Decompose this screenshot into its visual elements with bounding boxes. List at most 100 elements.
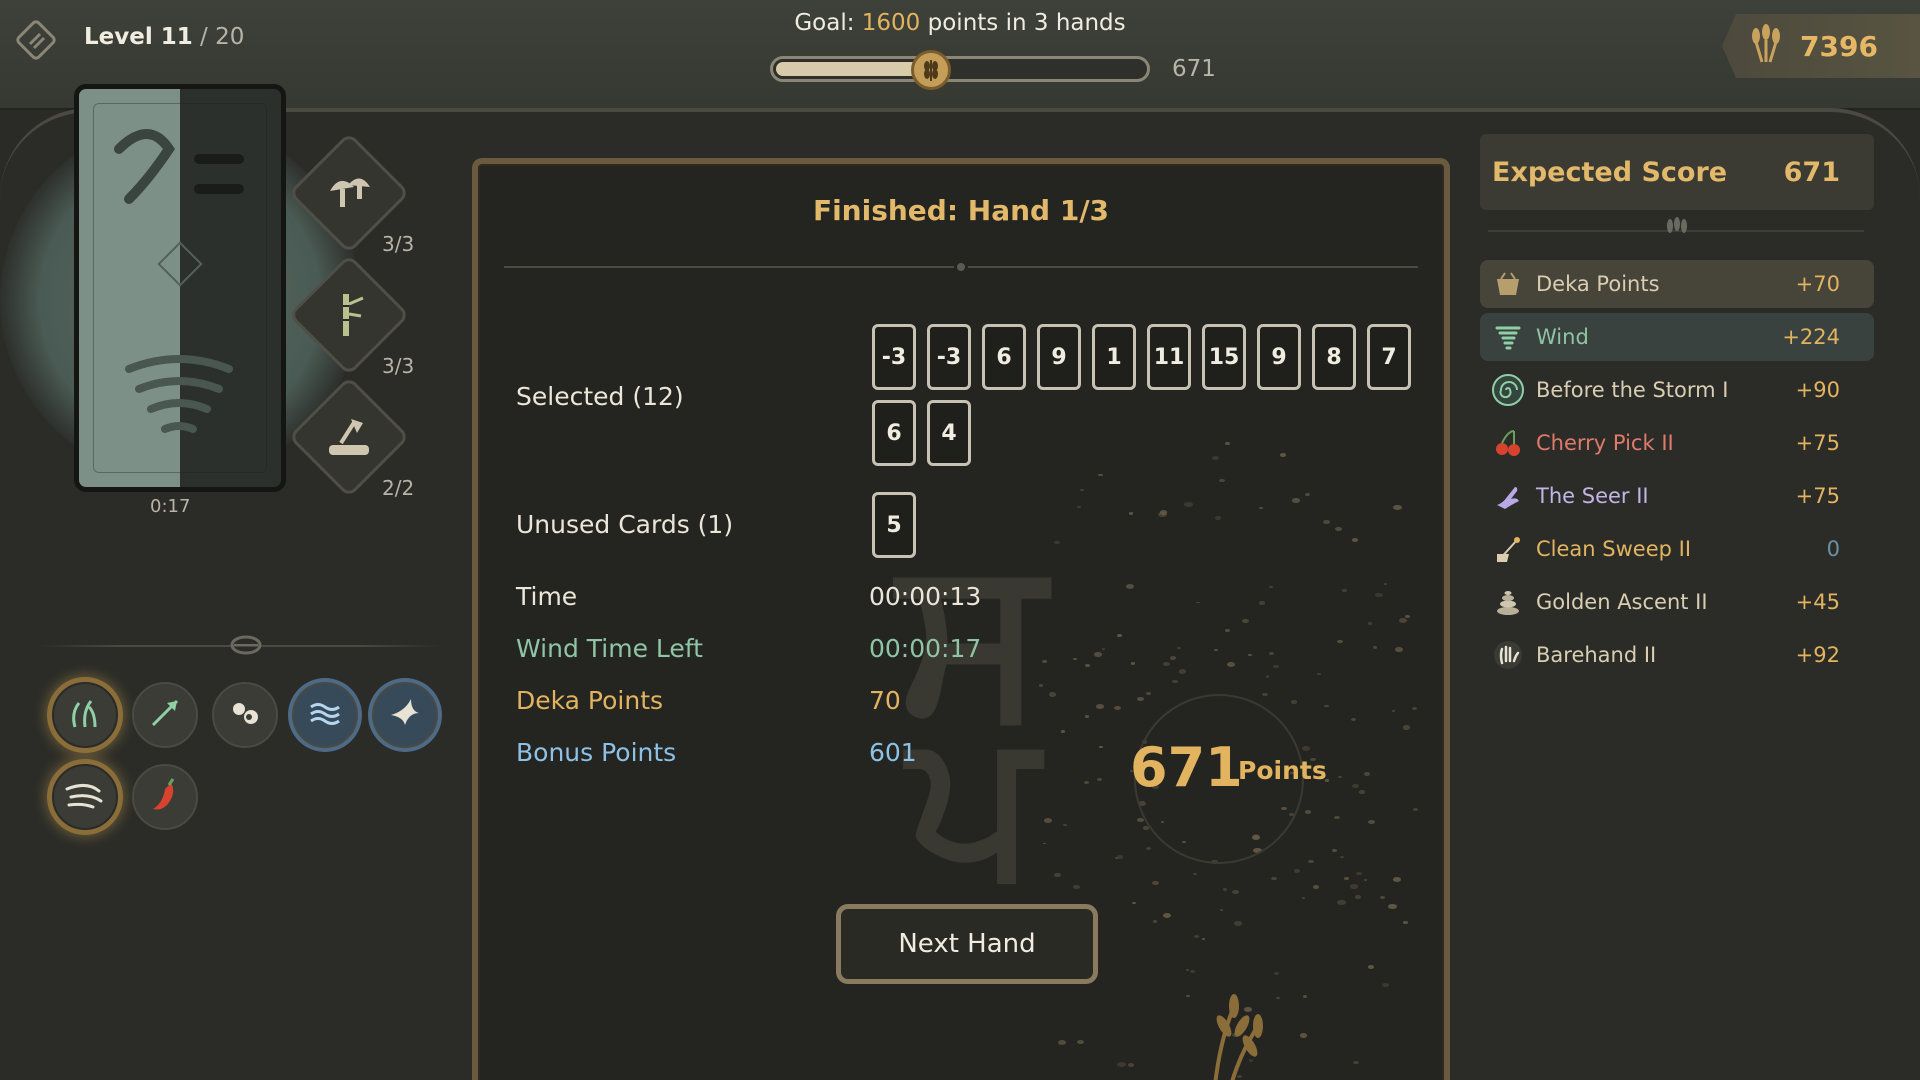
score-row-name: The Seer II — [1536, 484, 1649, 508]
total-points: 671 — [1130, 736, 1243, 799]
level-menu-icon[interactable] — [12, 16, 60, 64]
arrow-icon — [145, 693, 185, 737]
deck-card[interactable] — [74, 84, 286, 492]
level-separator: / — [192, 24, 216, 50]
deka-points-label: Deka Points — [516, 686, 664, 715]
score-row-name: Clean Sweep II — [1536, 537, 1692, 561]
score-row-name: Deka Points — [1536, 272, 1660, 296]
score-row-value: +224 — [1782, 325, 1840, 349]
wheat-bundle-icon — [1744, 22, 1788, 70]
expected-score-header: Expected Score 671 — [1480, 134, 1874, 210]
ability-chili[interactable] — [132, 764, 198, 830]
ability-gust[interactable] — [52, 764, 118, 830]
selected-card: -3 — [872, 324, 916, 390]
wheat-small-icon — [1662, 216, 1692, 248]
selected-card: 15 — [1202, 324, 1246, 390]
expected-score-panel: Expected Score 671 Deka Points +70 Wind +22… — [1474, 130, 1878, 830]
progress-value: 671 — [1172, 56, 1216, 82]
spiral-icon — [1490, 372, 1526, 408]
hand-summary-panel: ਸ ਪ Finished: Hand 1/3 Selected (12) -3-… — [472, 158, 1450, 1080]
unused-cards: 5 — [872, 492, 1432, 558]
wheat-knob-icon — [910, 50, 951, 90]
score-row[interactable]: Wind +224 — [1480, 313, 1874, 361]
open-hand-icon — [1490, 637, 1526, 673]
score-row-value: +75 — [1795, 431, 1840, 455]
leaf-ornament-icon — [228, 632, 264, 662]
selected-card: 6 — [872, 400, 916, 466]
level-label: Level 11 — [84, 24, 193, 50]
score-row-value: +92 — [1795, 643, 1840, 667]
wind-time-label: Wind Time Left — [516, 634, 703, 663]
ability-waves[interactable] — [292, 682, 358, 748]
score-row-name: Cherry Pick II — [1536, 431, 1674, 455]
points-word: Points — [1238, 756, 1327, 785]
selected-card: -3 — [927, 324, 971, 390]
score-row-name: Wind — [1536, 325, 1589, 349]
axe-stump-icon — [306, 394, 392, 480]
score-row-name: Golden Ascent II — [1536, 590, 1708, 614]
cherry-icon — [1490, 425, 1526, 461]
score-row-value: +75 — [1795, 484, 1840, 508]
selected-card: 11 — [1147, 324, 1191, 390]
seer-hand-icon — [1490, 478, 1526, 514]
ability-swallow[interactable] — [372, 682, 438, 748]
mushroom-icon — [306, 150, 392, 236]
score-row[interactable]: The Seer II +75 — [1480, 472, 1874, 520]
score-row[interactable]: Golden Ascent II +45 — [1480, 578, 1874, 626]
next-hand-button[interactable]: Next Hand — [836, 904, 1098, 984]
score-row-name: Before the Storm I — [1536, 378, 1729, 402]
deka-points-value: 70 — [869, 686, 901, 715]
wind-time-value: 00:00:17 — [869, 634, 982, 663]
expected-score-title: Expected Score — [1492, 156, 1728, 188]
score-row-name: Barehand II — [1536, 643, 1657, 667]
bamboo-icon — [306, 272, 392, 358]
unused-card: 5 — [872, 492, 916, 558]
wind-grass-icon — [65, 693, 105, 737]
ability-wind-grass[interactable] — [52, 682, 118, 748]
time-label: Time — [516, 582, 578, 611]
score-row-value: +45 — [1795, 590, 1840, 614]
slot-mushroom-count: 3/3 — [382, 232, 415, 256]
score-row[interactable]: Clean Sweep II 0 — [1480, 525, 1874, 573]
ability-arrow[interactable] — [132, 682, 198, 748]
selected-card: 6 — [982, 324, 1026, 390]
bonus-points-value: 601 — [869, 738, 917, 767]
ghost-glyph-bottom: ਪ — [908, 684, 1038, 919]
bonus-points-label: Bonus Points — [516, 738, 677, 767]
stones-icon — [225, 693, 265, 737]
slot-bamboo-count: 3/3 — [382, 354, 415, 378]
tornado-icon — [1490, 319, 1526, 355]
selected-cards: -3 -3 6 9 1 11 15 9 8 7 6 4 — [872, 324, 1432, 466]
expected-score-value: 671 — [1783, 156, 1840, 188]
unused-label: Unused Cards (1) — [516, 510, 734, 539]
score-row[interactable]: Before the Storm I +90 — [1480, 366, 1874, 414]
chili-icon — [145, 775, 185, 819]
slot-axe-count: 2/2 — [382, 476, 415, 500]
title-divider — [504, 260, 1418, 274]
basket-icon — [1490, 266, 1526, 302]
score-row-value: +90 — [1795, 378, 1840, 402]
currency-value: 7396 — [1800, 29, 1878, 63]
stacked-stones-icon — [1490, 584, 1526, 620]
level-indicator: Level 11 / 20 — [84, 24, 244, 50]
goal-prefix: Goal: — [794, 10, 862, 36]
score-row-value: 0 — [1826, 537, 1840, 561]
deck-timer: 0:17 — [150, 496, 191, 517]
score-row[interactable]: Barehand II +92 — [1480, 631, 1874, 679]
selected-card: 9 — [1037, 324, 1081, 390]
score-row[interactable]: Cherry Pick II +75 — [1480, 419, 1874, 467]
level-max: 20 — [215, 24, 245, 50]
selected-card: 1 — [1092, 324, 1136, 390]
goal-progress-bar — [770, 50, 1150, 90]
selected-card: 4 — [927, 400, 971, 466]
score-row-value: +70 — [1795, 272, 1840, 296]
progress-fill — [776, 62, 931, 76]
waves-icon — [305, 693, 345, 737]
score-row[interactable]: Deka Points +70 — [1480, 260, 1874, 308]
ability-stones[interactable] — [212, 682, 278, 748]
top-bar: Level 11 / 20 Goal: 1600 points in 3 han… — [0, 0, 1920, 110]
goal-text: Goal: 1600 points in 3 hands — [660, 10, 1260, 36]
swallow-icon — [385, 693, 425, 737]
panel-title: Finished: Hand 1/3 — [812, 194, 1110, 227]
time-value: 00:00:13 — [869, 582, 982, 611]
